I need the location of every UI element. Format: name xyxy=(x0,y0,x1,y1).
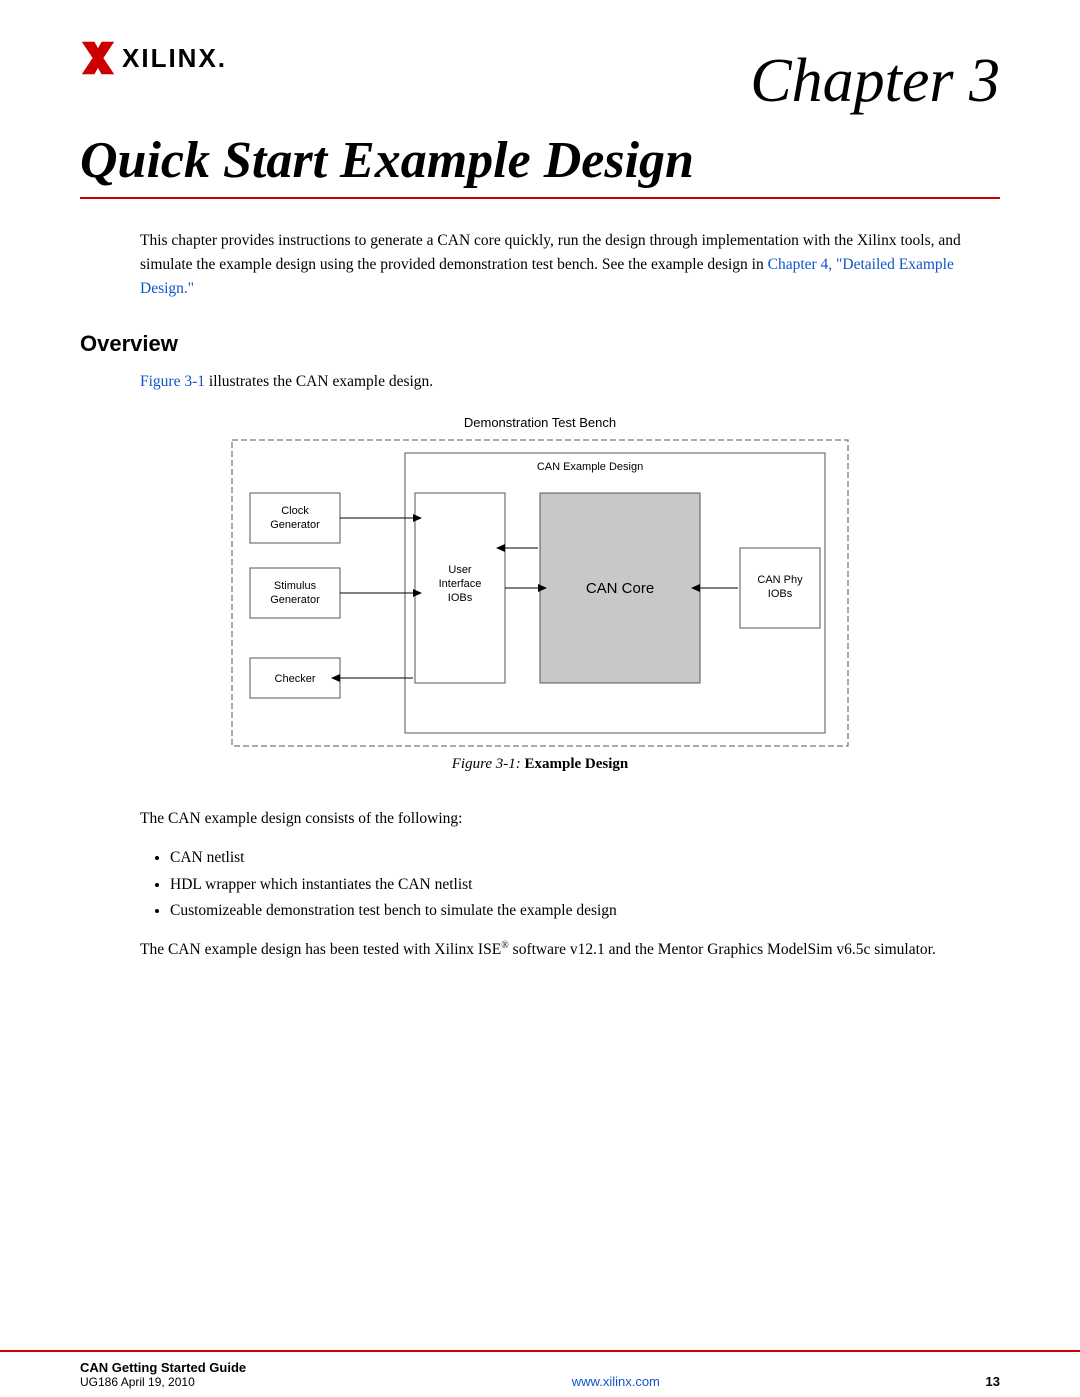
chapter-number: Chapter 3 xyxy=(750,40,1000,112)
figure-caption-italic: Figure 3-1: xyxy=(452,756,521,772)
xilinx-logo: XILINX. xyxy=(80,40,227,76)
footer-doc-number: UG186 April 19, 2010 xyxy=(80,1375,246,1389)
figure-caption: Figure 3-1: Example Design xyxy=(452,756,629,773)
bullet-item-3: Customizeable demonstration test bench t… xyxy=(170,898,980,924)
svg-text:IOBs: IOBs xyxy=(768,588,793,600)
footer: CAN Getting Started Guide UG186 April 19… xyxy=(0,1350,1080,1397)
svg-text:Clock: Clock xyxy=(281,505,309,517)
consists-paragraph: The CAN example design consists of the f… xyxy=(140,807,980,831)
xilinx-wordmark: XILINX. xyxy=(122,43,227,74)
svg-text:Generator: Generator xyxy=(270,594,320,606)
footer-left: CAN Getting Started Guide UG186 April 19… xyxy=(80,1360,246,1389)
main-content: This chapter provides instructions to ge… xyxy=(0,199,1080,962)
title-section: Quick Start Example Design xyxy=(0,112,1080,199)
svg-text:CAN Phy: CAN Phy xyxy=(757,574,803,586)
demo-testbench-label: Demonstration Test Bench xyxy=(464,415,616,430)
svg-text:Interface: Interface xyxy=(439,578,482,590)
footer-guide-title: CAN Getting Started Guide xyxy=(80,1360,246,1375)
tested-text-suffix: software v12.1 and the Mentor Graphics M… xyxy=(509,941,936,958)
overview-heading: Overview xyxy=(80,331,1000,357)
figure3-1-link[interactable]: Figure 3-1 xyxy=(140,373,205,390)
footer-page-number: 13 xyxy=(986,1374,1000,1389)
footer-website-link[interactable]: www.xilinx.com xyxy=(572,1374,660,1389)
page: XILINX. Chapter 3 Quick Start Example De… xyxy=(0,0,1080,1397)
tested-paragraph: The CAN example design has been tested w… xyxy=(140,938,980,962)
svg-text:CAN Core: CAN Core xyxy=(586,580,654,597)
intro-paragraph: This chapter provides instructions to ge… xyxy=(140,229,980,301)
figure-caption-bold: Example Design xyxy=(521,756,629,772)
figure-ref-paragraph: Figure 3-1 illustrates the CAN example d… xyxy=(140,373,1000,391)
chapter-title: Quick Start Example Design xyxy=(80,132,1000,199)
tested-text-main: The CAN example design has been tested w… xyxy=(140,941,501,958)
bullet-list: CAN netlist HDL wrapper which instantiat… xyxy=(170,845,980,924)
figure-ref-suffix: illustrates the CAN example design. xyxy=(205,373,433,390)
registered-symbol: ® xyxy=(501,940,509,951)
svg-text:IOBs: IOBs xyxy=(448,592,473,604)
header: XILINX. Chapter 3 xyxy=(0,0,1080,112)
svg-text:Checker: Checker xyxy=(275,673,316,685)
svg-text:CAN Example Design: CAN Example Design xyxy=(537,461,643,473)
diagram-container: Demonstration Test Bench CAN Example Des… xyxy=(80,415,1000,797)
example-design-diagram: CAN Example Design User Interface IOBs C… xyxy=(230,438,850,748)
svg-text:Generator: Generator xyxy=(270,519,320,531)
bullet-item-2: HDL wrapper which instantiates the CAN n… xyxy=(170,872,980,898)
svg-text:User: User xyxy=(448,564,472,576)
bullet-item-1: CAN netlist xyxy=(170,845,980,871)
xilinx-icon xyxy=(80,40,116,76)
svg-text:Stimulus: Stimulus xyxy=(274,580,317,592)
